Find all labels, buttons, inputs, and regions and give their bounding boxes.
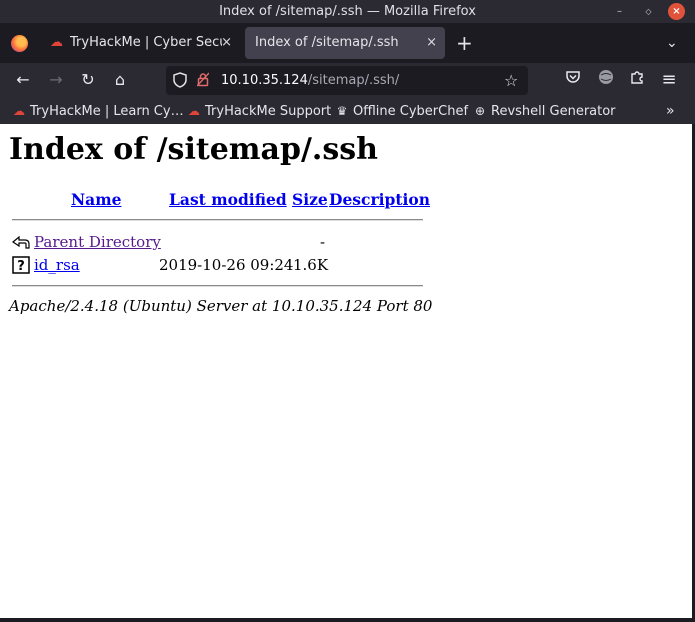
minimize-button[interactable]: – (611, 3, 628, 20)
url-path: /sitemap/.ssh/ (307, 73, 400, 88)
bookmark-tryhackme-support[interactable]: ☁ TryHackMe Support (187, 98, 331, 125)
column-header-description[interactable]: Description (329, 190, 430, 209)
globe-icon: ⊕ (474, 104, 486, 118)
firefox-menu-icon[interactable] (11, 35, 28, 52)
unknown-file-icon: ? (12, 256, 30, 274)
table-cell-last-modified: 2019-10-26 09:24 (159, 256, 294, 274)
bookmark-label: TryHackMe Support (205, 104, 332, 119)
insecure-lock-icon[interactable] (196, 72, 210, 88)
table-cell-size: 1.6K (293, 256, 329, 274)
tab-close-icon[interactable]: × (221, 27, 232, 59)
extension-globe-icon[interactable] (594, 68, 618, 92)
bookmark-label: TryHackMe | Learn Cy… (30, 104, 184, 119)
svg-text:?: ? (17, 259, 25, 274)
url-text[interactable]: 10.10.35.124/sitemap/.ssh/ (221, 66, 399, 95)
tab-tryhackme[interactable]: ☁ TryHackMe | Cyber Securi × (40, 27, 240, 59)
extensions-puzzle-icon[interactable] (625, 68, 649, 92)
chef-hat-icon: ♛ (336, 104, 348, 118)
home-button[interactable]: ⌂ (108, 68, 132, 92)
table-cell-size: - (320, 233, 326, 251)
hamburger-menu-icon[interactable]: ≡ (657, 68, 681, 92)
page-title: Index of /sitemap/.ssh (9, 132, 378, 167)
file-link-id-rsa[interactable]: id_rsa (34, 256, 80, 274)
column-header-last-modified[interactable]: Last modified (169, 190, 287, 209)
table-divider (12, 219, 423, 221)
bookmark-label: Offline CyberChef (353, 104, 469, 119)
tab-close-icon[interactable]: × (426, 27, 437, 59)
maximize-button[interactable]: ◇ (640, 3, 657, 20)
reload-button[interactable]: ↻ (76, 68, 100, 92)
tracking-protection-shield-icon[interactable] (172, 72, 188, 88)
navigation-toolbar: ← → ↻ ⌂ 10.10.35.124/sitemap/.ssh/ ☆ ≡ (0, 63, 695, 98)
new-tab-button[interactable]: + (456, 27, 473, 59)
bookmark-revshell-generator[interactable]: ⊕ Revshell Generator (473, 98, 616, 125)
server-signature: Apache/2.4.18 (Ubuntu) Server at 10.10.3… (9, 297, 433, 315)
bookmark-offline-cyberchef[interactable]: ♛ Offline CyberChef (335, 98, 468, 125)
tab-label: TryHackMe | Cyber Securi (70, 35, 222, 50)
bookmark-label: Revshell Generator (491, 104, 616, 119)
bookmarks-toolbar: ☁ TryHackMe | Learn Cy… ☁ TryHackMe Suppor… (0, 98, 695, 124)
bookmark-star-icon[interactable]: ☆ (504, 70, 518, 91)
tryhackme-cloud-icon: ☁ (188, 104, 200, 118)
back-arrow-icon (11, 232, 30, 250)
tab-label: Index of /sitemap/.ssh (255, 35, 399, 50)
window-titlebar: Index of /sitemap/.ssh — Mozilla Firefox… (0, 0, 695, 23)
list-all-tabs-chevron-icon[interactable]: ⌄ (666, 27, 678, 59)
tab-index-sitemap-ssh[interactable]: Index of /sitemap/.ssh × (245, 27, 445, 59)
column-header-size[interactable]: Size (292, 190, 328, 209)
tryhackme-cloud-icon: ☁ (50, 35, 63, 50)
pocket-icon[interactable] (561, 68, 585, 92)
url-bar[interactable]: 10.10.35.124/sitemap/.ssh/ ☆ (166, 66, 528, 95)
bookmark-tryhackme-learn[interactable]: ☁ TryHackMe | Learn Cy… (12, 98, 184, 125)
url-host: 10.10.35.124 (221, 73, 308, 88)
tab-bar: ☁ TryHackMe | Cyber Securi × Index of /s… (0, 23, 695, 63)
back-button[interactable]: ← (11, 68, 35, 92)
more-bookmarks-chevron-icon[interactable]: » (666, 98, 675, 124)
close-window-button[interactable]: × (668, 3, 685, 20)
window-title: Index of /sitemap/.ssh — Mozilla Firefox (219, 4, 476, 19)
table-divider (12, 285, 423, 287)
page-content: Index of /sitemap/.ssh Name Last modifie… (0, 124, 692, 618)
parent-directory-link[interactable]: Parent Directory (34, 233, 161, 251)
tryhackme-cloud-icon: ☁ (13, 104, 25, 118)
column-header-name[interactable]: Name (71, 190, 121, 209)
forward-button[interactable]: → (44, 68, 68, 92)
